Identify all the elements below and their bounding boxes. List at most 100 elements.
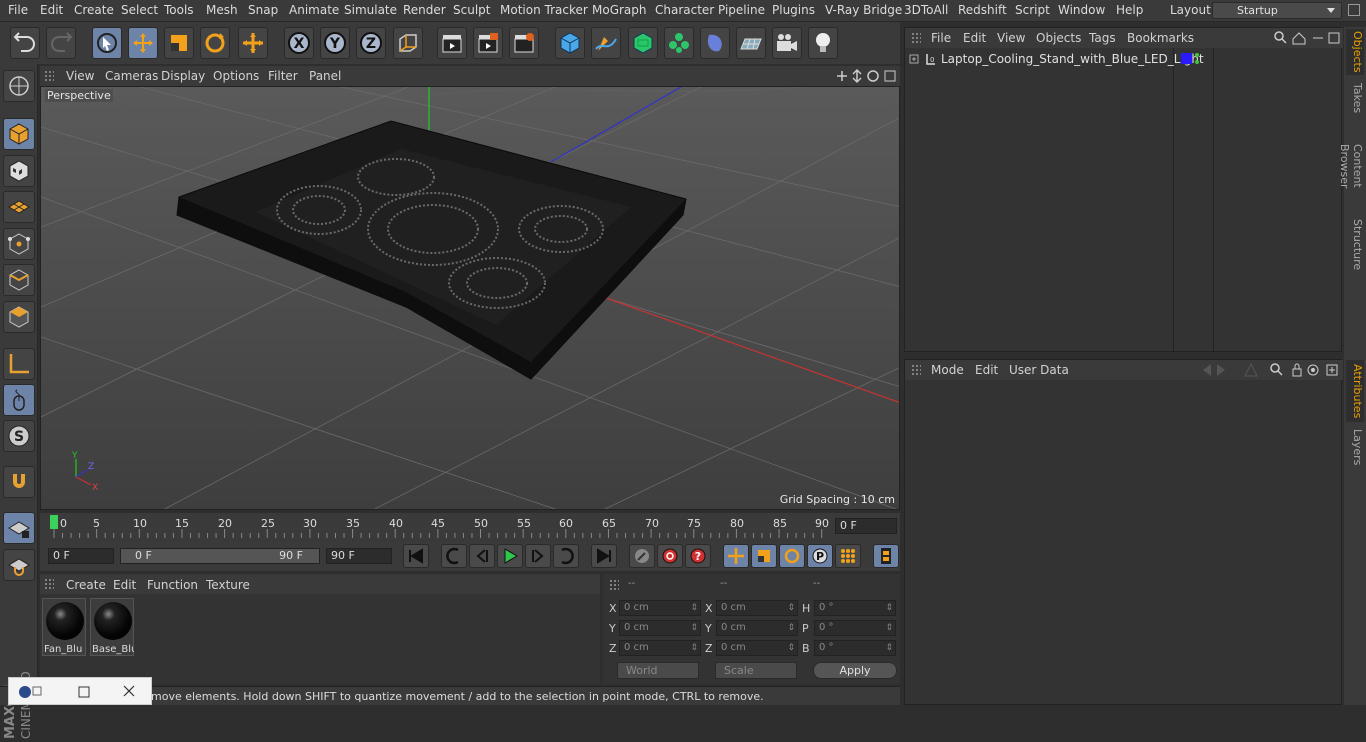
- material-swatch[interactable]: Base_Blu: [90, 598, 134, 656]
- viewport-menu-view[interactable]: View: [66, 69, 94, 83]
- timeline-ruler[interactable]: 0 5 10 15 20 25 30 35 40 45 50 55 60 65 …: [40, 513, 900, 541]
- menu-window[interactable]: Window: [1058, 3, 1105, 17]
- edge-mode-button[interactable]: [3, 264, 35, 296]
- previous-key-button[interactable]: [441, 544, 467, 568]
- scale-tool-button[interactable]: [164, 27, 194, 59]
- maximize-icon[interactable]: [78, 686, 90, 698]
- menu-redshift[interactable]: Redshift: [958, 3, 1007, 17]
- move-tool-button[interactable]: [128, 27, 158, 59]
- menu-plugins[interactable]: Plugins: [772, 3, 815, 17]
- material-menu-create[interactable]: Create: [66, 578, 106, 592]
- attribute-menu-edit[interactable]: Edit: [975, 363, 998, 377]
- editor-visibility-dot[interactable]: [1195, 53, 1199, 57]
- parameter-track-button[interactable]: P: [807, 544, 833, 568]
- next-key-button[interactable]: [553, 544, 579, 568]
- menu-edit[interactable]: Edit: [40, 3, 63, 17]
- rotation-track-button[interactable]: [779, 544, 805, 568]
- timeline-window-button[interactable]: [873, 544, 899, 568]
- material-menu-texture[interactable]: Texture: [206, 578, 250, 592]
- keyframe-selection-button[interactable]: ?: [685, 544, 711, 568]
- solo-mode-button[interactable]: S: [3, 420, 35, 452]
- tab-structure[interactable]: Structure: [1346, 217, 1364, 273]
- viewport-nav-icons[interactable]: [835, 68, 897, 84]
- axis-mode-button[interactable]: [3, 348, 35, 380]
- tab-attributes[interactable]: Attributes: [1346, 360, 1364, 422]
- position-x-field[interactable]: 0 cm: [619, 600, 701, 616]
- render-view-button[interactable]: [437, 27, 467, 59]
- current-frame-field[interactable]: 0 F: [835, 518, 897, 534]
- rotation-h-field[interactable]: 0 °: [814, 600, 896, 616]
- pen-spline-button[interactable]: [591, 27, 621, 59]
- x-axis-lock-button[interactable]: X: [284, 27, 314, 59]
- y-axis-lock-button[interactable]: Y: [320, 27, 350, 59]
- rotation-b-field[interactable]: 0 °: [814, 640, 896, 656]
- viewport-menu-panel[interactable]: Panel: [309, 69, 341, 83]
- menu-mesh[interactable]: Mesh: [206, 3, 238, 17]
- coordinate-system-button[interactable]: [393, 27, 423, 59]
- transform-tool-button[interactable]: [238, 27, 268, 59]
- material-menu-edit[interactable]: Edit: [113, 578, 136, 592]
- coordinate-space-dropdown[interactable]: World: [617, 662, 699, 679]
- minimized-window[interactable]: [8, 677, 152, 705]
- render-to-picture-viewer-button[interactable]: [473, 27, 503, 59]
- polygon-mode-button[interactable]: [3, 301, 35, 333]
- render-visibility-dot[interactable]: [1195, 60, 1199, 64]
- start-frame-field[interactable]: 0 F: [48, 548, 114, 564]
- menu-character[interactable]: Character: [655, 3, 714, 17]
- position-y-field[interactable]: 0 cm: [619, 620, 701, 636]
- menu-simulate[interactable]: Simulate: [344, 3, 397, 17]
- locked-workplane-button[interactable]: [3, 549, 35, 581]
- record-keys-button[interactable]: [629, 544, 655, 568]
- menu-render[interactable]: Render: [403, 3, 446, 17]
- texture-mode-button[interactable]: [3, 155, 35, 187]
- apply-button[interactable]: Apply: [813, 662, 897, 679]
- object-menu-view[interactable]: View: [997, 31, 1025, 45]
- tab-takes[interactable]: Takes: [1346, 81, 1364, 115]
- size-x-field[interactable]: 0 cm: [716, 600, 798, 616]
- size-mode-dropdown[interactable]: Scale: [715, 662, 797, 679]
- frame-range-slider[interactable]: 0 F 90 F: [120, 548, 320, 564]
- menu-pipeline[interactable]: Pipeline: [718, 3, 765, 17]
- size-y-field[interactable]: 0 cm: [716, 620, 798, 636]
- attribute-menu-user-data[interactable]: User Data: [1009, 363, 1069, 377]
- snapping-button[interactable]: [3, 466, 35, 498]
- z-axis-lock-button[interactable]: Z: [356, 27, 386, 59]
- menu-animate[interactable]: Animate: [289, 3, 339, 17]
- menu-sculpt[interactable]: Sculpt: [453, 3, 490, 17]
- menu-mograph[interactable]: MoGraph: [592, 3, 647, 17]
- tab-layers[interactable]: Layers: [1346, 427, 1364, 467]
- model-mode-button[interactable]: [3, 118, 35, 150]
- position-track-button[interactable]: [723, 544, 749, 568]
- menu-vray-bridge[interactable]: V-Ray Bridge: [825, 3, 902, 17]
- floor-button[interactable]: [736, 27, 766, 59]
- menu-tools[interactable]: Tools: [164, 3, 194, 17]
- light-button[interactable]: [808, 27, 838, 59]
- rotation-p-field[interactable]: 0 °: [814, 620, 896, 636]
- cloner-button[interactable]: [664, 27, 694, 59]
- undo-button[interactable]: [10, 27, 40, 59]
- subdivision-surface-button[interactable]: [628, 27, 658, 59]
- make-editable-button[interactable]: [3, 70, 35, 102]
- tab-objects[interactable]: Objects: [1346, 29, 1364, 75]
- scale-track-button[interactable]: [751, 544, 777, 568]
- point-mode-button[interactable]: [3, 228, 35, 260]
- camera-button[interactable]: [772, 27, 802, 59]
- restore-icon[interactable]: [32, 686, 42, 696]
- viewport-menu-options[interactable]: Options: [213, 69, 259, 83]
- layout-dropdown[interactable]: Startup: [1212, 2, 1342, 19]
- object-manager-icons[interactable]: [1273, 30, 1341, 46]
- tab-content-browser[interactable]: Content Browser: [1338, 121, 1364, 211]
- object-menu-file[interactable]: File: [931, 31, 951, 45]
- play-button[interactable]: [497, 544, 523, 568]
- menu-snap[interactable]: Snap: [248, 3, 278, 17]
- workplane-mode-button[interactable]: [3, 191, 35, 223]
- menu-file[interactable]: File: [8, 3, 28, 17]
- workplane-lock-button[interactable]: [3, 512, 35, 544]
- live-selection-button[interactable]: [92, 27, 122, 59]
- viewport-menu-filter[interactable]: Filter: [268, 69, 298, 83]
- rotate-tool-button[interactable]: [200, 27, 230, 59]
- object-menu-edit[interactable]: Edit: [963, 31, 986, 45]
- object-row[interactable]: 0 Laptop_Cooling_Stand_with_Blue_LED_Lig…: [905, 50, 1343, 68]
- menu-motion-tracker[interactable]: Motion Tracker: [500, 3, 588, 17]
- object-menu-objects[interactable]: Objects: [1036, 31, 1081, 45]
